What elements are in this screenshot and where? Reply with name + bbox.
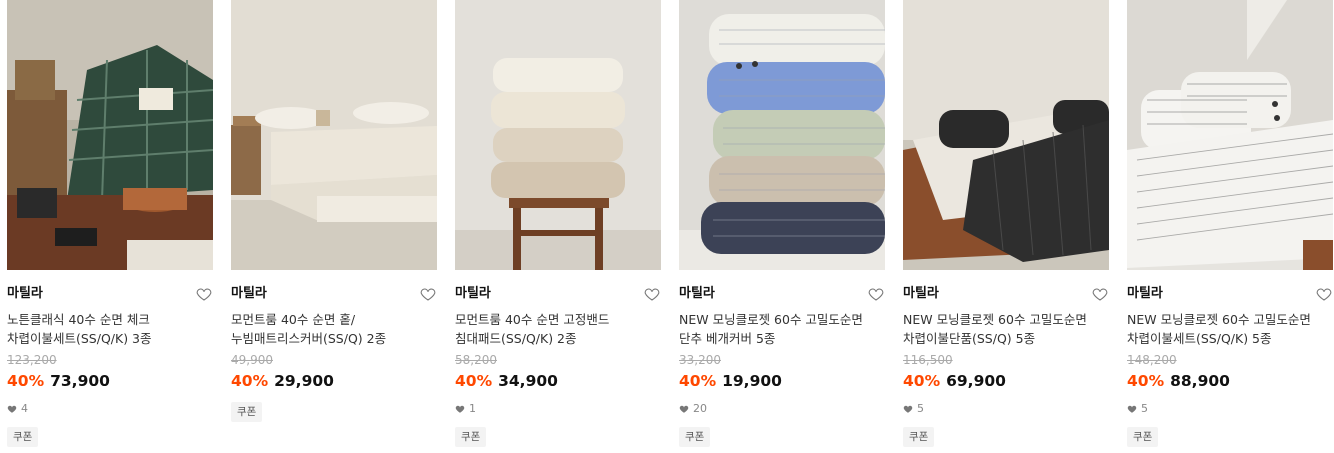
product-photo-black-stripe-bed: [903, 0, 1109, 270]
brand-name[interactable]: 마틸라: [7, 286, 43, 302]
sale-price: 88,900: [1170, 372, 1230, 390]
heart-icon[interactable]: [1315, 285, 1333, 303]
original-price: 58,200: [455, 353, 497, 367]
product-photo-mattress-cover: [231, 0, 437, 270]
product-name[interactable]: 노튼클래식 40수 순면 체크 차렵이불세트(SS/Q/K) 3종: [7, 310, 199, 348]
price-row: 40% 34,900: [455, 371, 558, 391]
like-count-value: 1: [469, 402, 476, 415]
product-card[interactable]: 마틸라 모먼트룸 40수 순면 고정밴드 침대패드(SS/Q/K) 2종 58,…: [455, 0, 661, 453]
like-count: 20: [679, 402, 707, 416]
product-name[interactable]: 모먼트룸 40수 순면 홑/ 누빔매트리스커버(SS/Q) 2종: [231, 310, 423, 348]
sale-price: 19,900: [722, 372, 782, 390]
price-row: 40% 29,900: [231, 371, 334, 391]
product-image[interactable]: [1127, 0, 1333, 270]
product-image[interactable]: [679, 0, 885, 270]
product-photo-white-stripe-bed: [1127, 0, 1333, 270]
coupon-badge[interactable]: 쿠폰: [7, 427, 39, 447]
product-photo-plaid-bedding: [7, 0, 213, 270]
sale-price: 29,900: [274, 372, 334, 390]
sale-price: 34,900: [498, 372, 558, 390]
brand-name[interactable]: 마틸라: [231, 286, 267, 302]
heart-icon[interactable]: [867, 285, 885, 303]
product-image[interactable]: [7, 0, 213, 270]
product-card[interactable]: 마틸라 NEW 모닝클로젯 60수 고밀도순면 차렵이불세트(SS/Q/K) 5…: [1127, 0, 1333, 453]
product-image[interactable]: [903, 0, 1109, 270]
brand-name[interactable]: 마틸라: [903, 286, 939, 302]
coupon-badge[interactable]: 쿠폰: [455, 427, 487, 447]
discount-rate: 40%: [455, 372, 493, 390]
discount-rate: 40%: [679, 372, 717, 390]
product-grid: 마틸라 노튼클래식 40수 순면 체크 차렵이불세트(SS/Q/K) 3종 12…: [0, 0, 1334, 453]
discount-rate: 40%: [903, 372, 941, 390]
filled-heart-icon: [7, 405, 17, 413]
heart-icon[interactable]: [1091, 285, 1109, 303]
coupon-badge[interactable]: 쿠폰: [903, 427, 935, 447]
price-row: 40% 73,900: [7, 371, 110, 391]
like-count: 1: [455, 402, 476, 416]
price-row: 40% 88,900: [1127, 371, 1230, 391]
price-row: 40% 69,900: [903, 371, 1006, 391]
heart-icon[interactable]: [643, 285, 661, 303]
heart-icon[interactable]: [419, 285, 437, 303]
brand-name[interactable]: 마틸라: [455, 286, 491, 302]
brand-name[interactable]: 마틸라: [679, 286, 715, 302]
brand-name[interactable]: 마틸라: [1127, 286, 1163, 302]
product-photo-folded-pads: [455, 0, 661, 270]
discount-rate: 40%: [231, 372, 269, 390]
product-image[interactable]: [455, 0, 661, 270]
like-count: 5: [903, 402, 924, 416]
original-price: 116,500: [903, 353, 953, 367]
product-name[interactable]: NEW 모닝클로젯 60수 고밀도순면 차렵이불세트(SS/Q/K) 5종: [1127, 310, 1319, 348]
product-card[interactable]: 마틸라 노튼클래식 40수 순면 체크 차렵이불세트(SS/Q/K) 3종 12…: [7, 0, 213, 453]
filled-heart-icon: [903, 405, 913, 413]
original-price: 148,200: [1127, 353, 1177, 367]
like-count-value: 5: [917, 402, 924, 415]
original-price: 49,900: [231, 353, 273, 367]
filled-heart-icon: [455, 405, 465, 413]
product-card[interactable]: 마틸라 NEW 모닝클로젯 60수 고밀도순면 단추 베개커버 5종 33,20…: [679, 0, 885, 453]
coupon-badge[interactable]: 쿠폰: [1127, 427, 1159, 447]
product-photo-stacked-pillows: [679, 0, 885, 270]
product-card[interactable]: 마틸라 NEW 모닝클로젯 60수 고밀도순면 차렵이불단품(SS/Q) 5종 …: [903, 0, 1109, 453]
like-count-value: 5: [1141, 402, 1148, 415]
coupon-badge[interactable]: 쿠폰: [231, 402, 263, 422]
like-count: 4: [7, 402, 28, 416]
price-row: 40% 19,900: [679, 371, 782, 391]
heart-icon[interactable]: [195, 285, 213, 303]
product-name[interactable]: NEW 모닝클로젯 60수 고밀도순면 차렵이불단품(SS/Q) 5종: [903, 310, 1095, 348]
product-image[interactable]: [231, 0, 437, 270]
discount-rate: 40%: [1127, 372, 1165, 390]
product-card[interactable]: 마틸라 모먼트룸 40수 순면 홑/ 누빔매트리스커버(SS/Q) 2종 49,…: [231, 0, 437, 453]
like-count-value: 20: [693, 402, 707, 415]
filled-heart-icon: [679, 405, 689, 413]
sale-price: 69,900: [946, 372, 1006, 390]
like-count: 5: [1127, 402, 1148, 416]
like-count-value: 4: [21, 402, 28, 415]
original-price: 33,200: [679, 353, 721, 367]
sale-price: 73,900: [50, 372, 110, 390]
product-name[interactable]: 모먼트룸 40수 순면 고정밴드 침대패드(SS/Q/K) 2종: [455, 310, 647, 348]
original-price: 123,200: [7, 353, 57, 367]
discount-rate: 40%: [7, 372, 45, 390]
coupon-badge[interactable]: 쿠폰: [679, 427, 711, 447]
filled-heart-icon: [1127, 405, 1137, 413]
product-name[interactable]: NEW 모닝클로젯 60수 고밀도순면 단추 베개커버 5종: [679, 310, 871, 348]
